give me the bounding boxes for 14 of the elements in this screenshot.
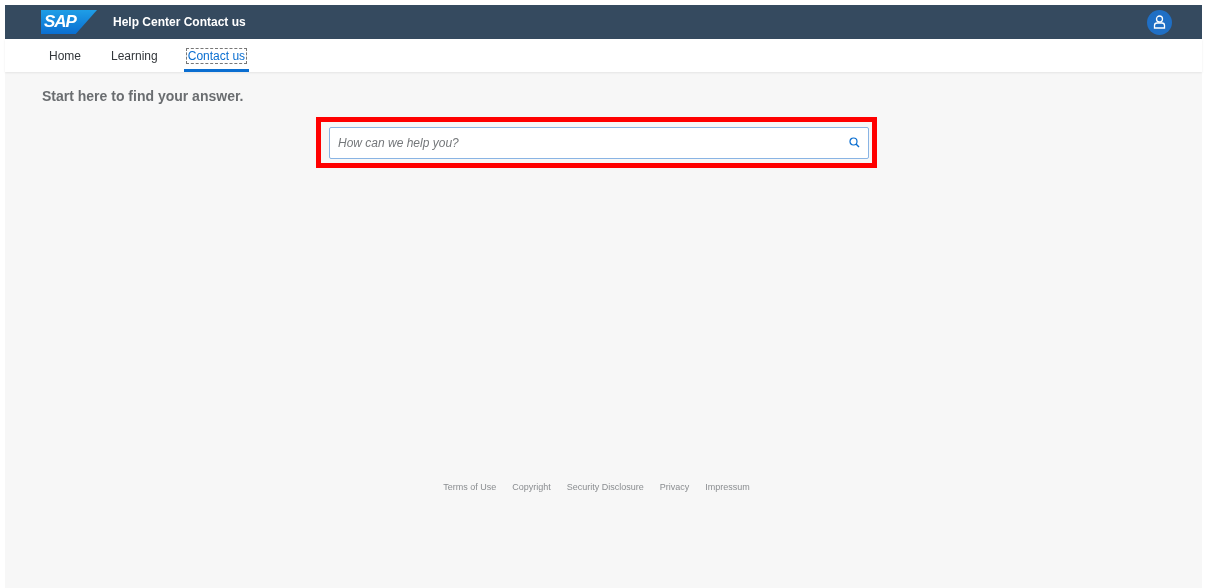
nav-tab[interactable]: Contact us <box>183 39 250 72</box>
footer-link[interactable]: Copyright <box>512 482 551 492</box>
nav-tab[interactable]: Home <box>45 39 85 72</box>
search-field[interactable]: How can we help you? <box>329 127 869 159</box>
app-title: Help Center Contact us <box>113 15 246 29</box>
page-heading: Start here to find your answer. <box>42 88 245 104</box>
footer-link[interactable]: Privacy <box>659 482 690 492</box>
footer-link[interactable]: Impressum <box>705 482 750 492</box>
logo[interactable]: SAP <box>41 10 97 34</box>
footer-link[interactable]: Security Disclosure <box>566 482 644 492</box>
footer-link[interactable]: Terms of Use <box>443 482 497 492</box>
nav-tab[interactable]: Learning <box>107 39 162 72</box>
user-avatar-icon[interactable] <box>1147 9 1172 35</box>
search-icon[interactable] <box>849 137 860 148</box>
